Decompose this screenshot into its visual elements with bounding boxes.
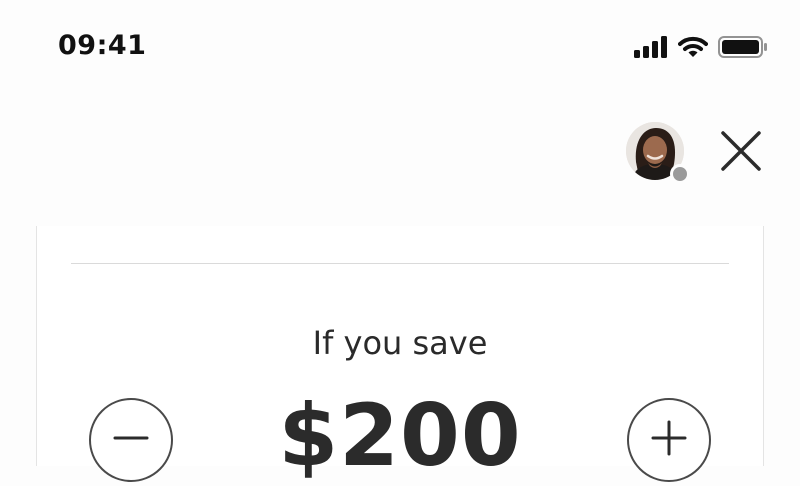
- presence-indicator: [670, 164, 690, 184]
- savings-prompt: If you save: [312, 324, 488, 362]
- status-bar: 09:41: [0, 0, 800, 96]
- battery-icon: [718, 36, 768, 62]
- close-button[interactable]: [716, 128, 766, 178]
- card-divider: [71, 263, 729, 264]
- status-time: 09:41: [58, 30, 147, 61]
- header: [0, 96, 800, 226]
- cellular-signal-icon: [634, 36, 668, 62]
- close-icon: [720, 130, 762, 176]
- increase-amount-button[interactable]: [627, 398, 711, 482]
- profile-avatar-button[interactable]: [626, 122, 690, 184]
- status-icons: [634, 36, 768, 62]
- plus-icon: [650, 419, 688, 461]
- savings-card: If you save $200: [36, 226, 764, 486]
- wifi-icon: [678, 36, 708, 62]
